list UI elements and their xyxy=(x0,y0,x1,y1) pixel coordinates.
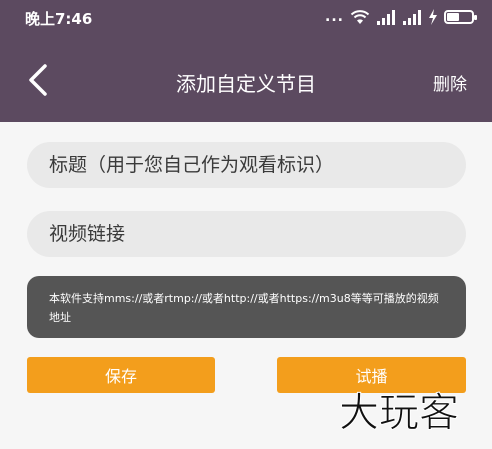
charging-icon xyxy=(429,9,437,25)
title-input[interactable] xyxy=(27,142,466,188)
signal-icon xyxy=(377,10,395,25)
video-link-input[interactable] xyxy=(27,211,466,257)
wifi-icon xyxy=(350,10,370,24)
watermark-logo: 大玩客 xyxy=(339,390,460,437)
delete-button[interactable]: 删除 xyxy=(433,70,467,95)
watermark-text: 大玩客 xyxy=(339,390,459,436)
notification-dots: ... xyxy=(325,9,344,25)
save-button[interactable]: 保存 xyxy=(27,357,215,393)
battery-level xyxy=(447,13,459,21)
supported-protocols-tip: 本软件支持mms://或者rtmp://或者http://或者https://m… xyxy=(27,276,466,338)
status-bar: 晚上7:46 ... xyxy=(0,0,492,34)
status-icons: ... xyxy=(325,8,477,26)
battery-icon xyxy=(444,10,477,24)
signal-icon xyxy=(403,10,421,25)
app-header: 晚上7:46 ... 添加自定义节目 删除 xyxy=(0,0,492,122)
page-title: 添加自定义节目 xyxy=(176,72,316,96)
status-time: 晚上7:46 xyxy=(25,10,93,28)
